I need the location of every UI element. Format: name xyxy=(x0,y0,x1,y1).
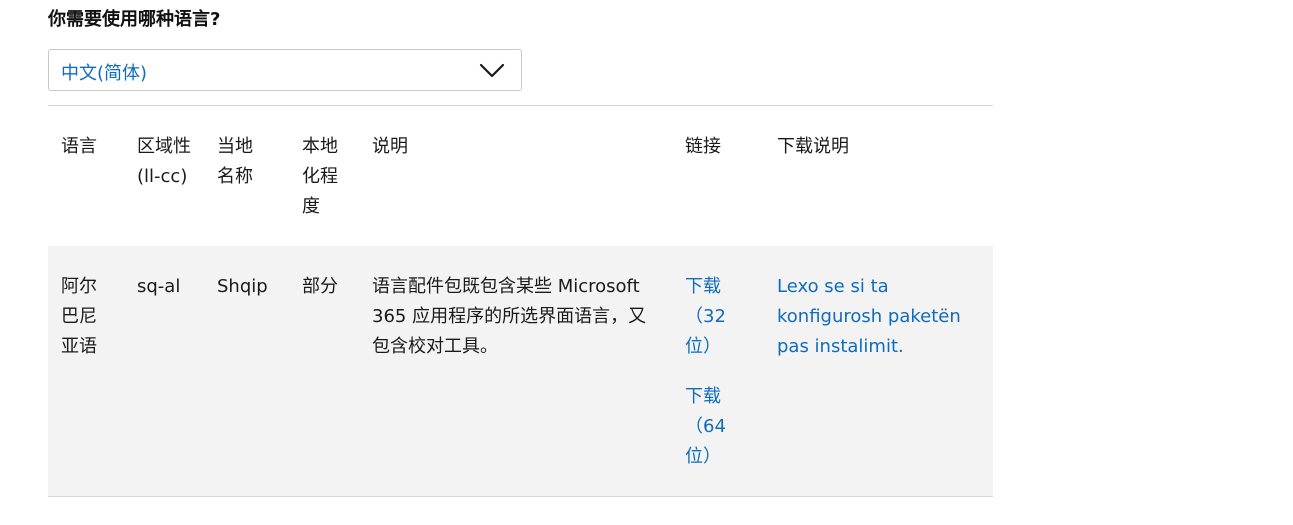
header-links: 链接 xyxy=(685,136,721,157)
header-language: 语言 xyxy=(61,136,97,157)
language-question-heading: 你需要使用哪种语言? xyxy=(48,9,221,30)
cell-description: 语言配件包既包含某些 Microsoft 365 应用程序的所选界面语言，又包含… xyxy=(372,276,647,357)
table-top-divider xyxy=(48,105,993,106)
download-32bit-link[interactable]: 下载（32位） xyxy=(685,272,733,362)
language-select-value: 中文(简体) xyxy=(61,63,148,84)
cell-language: 阿尔巴尼亚语 xyxy=(61,276,97,357)
header-description: 说明 xyxy=(372,136,408,157)
language-select[interactable]: 中文(简体) xyxy=(48,49,522,91)
setup-instructions-link[interactable]: Lexo se si ta konfigurosh paketën pas in… xyxy=(777,272,977,362)
table-bottom-divider xyxy=(48,496,993,497)
header-instructions: 下载说明 xyxy=(777,136,849,157)
chevron-down-icon xyxy=(479,63,505,78)
download-64bit-link[interactable]: 下载（64位） xyxy=(685,382,733,472)
cell-localization: 部分 xyxy=(302,276,338,297)
header-native-name: 当地名称 xyxy=(217,136,253,187)
cell-native-name: Shqip xyxy=(217,276,268,297)
header-locale: 区域性 (ll-cc) xyxy=(137,136,191,187)
cell-locale: sq-al xyxy=(137,276,181,297)
header-localization: 本地化程度 xyxy=(302,136,338,217)
